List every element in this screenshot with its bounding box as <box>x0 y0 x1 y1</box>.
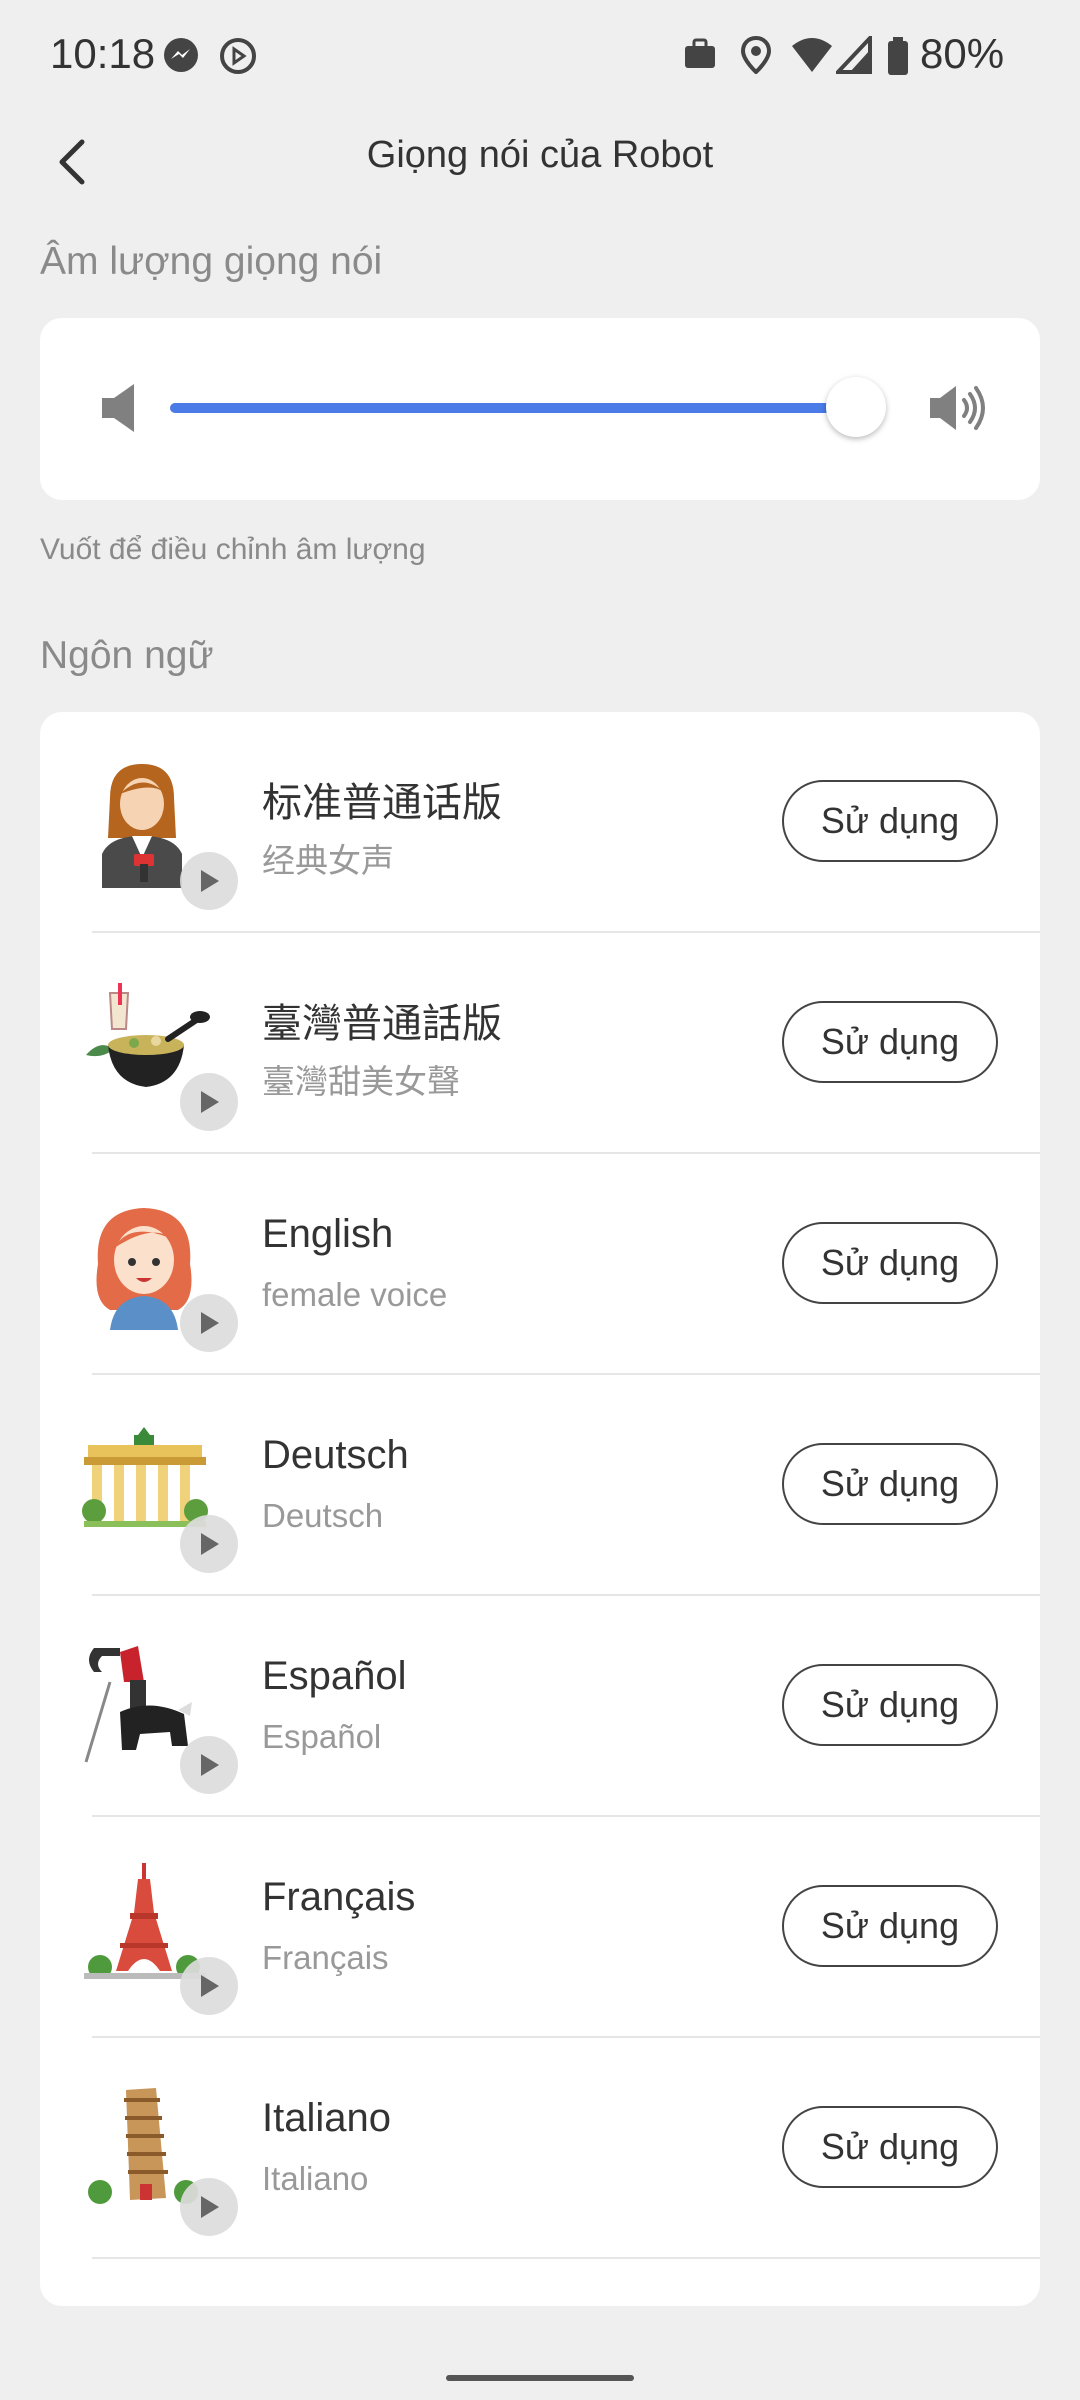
use-button[interactable]: Sử dụng <box>782 780 998 862</box>
play-icon <box>201 1975 219 1997</box>
status-bar: 10:18 80% <box>0 0 1080 116</box>
battery-icon <box>886 36 910 81</box>
language-subtitle: Italiano <box>262 2160 369 2197</box>
language-name: Español <box>262 1654 407 1698</box>
play-preview-button[interactable] <box>180 1073 238 1131</box>
play-preview-button[interactable] <box>180 1736 238 1794</box>
language-subtitle: Español <box>262 1718 382 1755</box>
app-header: Giọng nói của Robot <box>0 116 1080 216</box>
play-icon <box>201 870 219 892</box>
language-item[interactable]: Français Français Sử dụng <box>40 1817 1040 2038</box>
language-item[interactable]: 标准普通话版 经典女声 Sử dụng <box>40 712 1040 933</box>
volume-hint: Vuốt để điều chỉnh âm lượng <box>40 533 426 566</box>
language-list: 标准普通话版 经典女声 Sử dụng 臺灣普通話版 臺灣甜美女聲 Sử dụn… <box>40 712 1040 2306</box>
language-subtitle: Français <box>262 1939 389 1976</box>
location-icon <box>740 35 772 79</box>
work-profile-icon <box>682 36 718 77</box>
language-name: English <box>262 1212 394 1256</box>
language-item[interactable]: Deutsch Deutsch Sử dụng <box>40 1375 1040 1596</box>
status-time: 10:18 <box>50 30 156 77</box>
volume-slider-thumb[interactable] <box>826 377 886 437</box>
play-preview-button[interactable] <box>180 852 238 910</box>
home-indicator[interactable] <box>446 2375 634 2381</box>
volume-high-icon[interactable] <box>928 380 988 441</box>
volume-card <box>40 318 1040 500</box>
use-button[interactable]: Sử dụng <box>782 1001 998 1083</box>
use-button[interactable]: Sử dụng <box>782 1664 998 1746</box>
language-subtitle: female voice <box>262 1276 448 1313</box>
language-name: Deutsch <box>262 1433 409 1477</box>
battery-percentage: 80% <box>920 30 1005 77</box>
play-preview-button[interactable] <box>180 1515 238 1573</box>
language-item[interactable]: Italiano Italiano Sử dụng <box>40 2038 1040 2259</box>
language-item[interactable]: Español Español Sử dụng <box>40 1596 1040 1817</box>
messenger-icon <box>162 36 200 79</box>
volume-slider-fill <box>170 403 856 413</box>
volume-slider[interactable] <box>170 377 886 437</box>
use-button[interactable]: Sử dụng <box>782 1222 998 1304</box>
screen-record-icon <box>218 36 258 81</box>
use-button[interactable]: Sử dụng <box>782 2106 998 2188</box>
play-icon <box>201 1312 219 1334</box>
language-subtitle: Deutsch <box>262 1497 384 1534</box>
use-button[interactable]: Sử dụng <box>782 1885 998 1967</box>
use-button[interactable]: Sử dụng <box>782 1443 998 1525</box>
play-icon <box>201 1091 219 1113</box>
language-item[interactable]: English female voice Sử dụng <box>40 1154 1040 1375</box>
signal-icon <box>833 32 872 79</box>
wifi-icon <box>790 36 834 79</box>
language-subtitle: 经典女声 <box>262 842 394 879</box>
divider <box>92 2257 1040 2259</box>
language-name: 标准普通话版 <box>262 781 502 825</box>
language-section-label: Ngôn ngữ <box>40 634 214 677</box>
page-title: Giọng nói của Robot <box>366 134 714 176</box>
language-subtitle: 臺灣甜美女聲 <box>262 1063 460 1100</box>
language-name: Français <box>262 1875 416 1919</box>
play-icon <box>201 1754 219 1776</box>
volume-section-label: Âm lượng giọng nói <box>40 240 383 283</box>
play-preview-button[interactable] <box>180 1957 238 2015</box>
language-name: Italiano <box>262 2096 391 2140</box>
play-icon <box>201 2196 219 2218</box>
play-preview-button[interactable] <box>180 2178 238 2236</box>
volume-low-icon[interactable] <box>100 380 140 441</box>
play-preview-button[interactable] <box>180 1294 238 1352</box>
language-name: 臺灣普通話版 <box>262 1002 502 1046</box>
language-item[interactable]: 臺灣普通話版 臺灣甜美女聲 Sử dụng <box>40 933 1040 1154</box>
play-icon <box>201 1533 219 1555</box>
